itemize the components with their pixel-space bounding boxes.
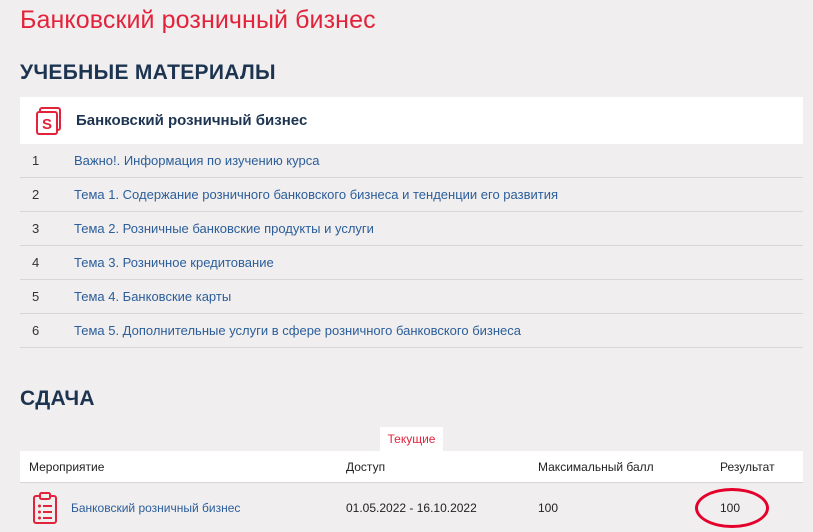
result-highlight-circle [695,488,769,528]
material-link[interactable]: Тема 5. Дополнительные услуги в сфере ро… [74,323,521,338]
access-dates: 01.05.2022 - 16.10.2022 [346,500,477,515]
item-number: 5 [32,289,40,304]
page-title: Банковский розничный бизнес [20,6,376,34]
max-score-value: 100 [538,500,559,515]
course-name: Банковский розничный бизнес [76,112,308,129]
event-link[interactable]: Банковский розничный бизнес [71,501,240,515]
svg-text:S: S [42,116,52,133]
list-item: 6 Тема 5. Дополнительные услуги в сфере … [20,314,803,348]
list-item: 1 Важно!. Информация по изучению курса [20,144,803,178]
item-number: 1 [32,153,40,168]
material-link[interactable]: Тема 2. Розничные банковские продукты и … [74,221,374,236]
column-header-event: Мероприятие [29,459,105,474]
course-s-icon: S [34,106,64,136]
list-item: 2 Тема 1. Содержание розничного банковск… [20,178,803,212]
course-card: S Банковский розничный бизнес [20,97,803,144]
column-header-result: Результат [720,459,775,474]
clipboard-list-icon [32,492,58,527]
materials-section-title: УЧЕБНЫЕ МАТЕРИАЛЫ [20,61,276,84]
item-number: 2 [32,187,40,202]
item-number: 6 [32,323,40,338]
list-item: 5 Тема 4. Банковские карты [20,280,803,314]
material-link[interactable]: Важно!. Информация по изучению курса [74,153,319,168]
column-header-access: Доступ [346,459,386,474]
table-header: Мероприятие Доступ Максимальный балл Рез… [20,451,803,483]
list-item: 3 Тема 2. Розничные банковские продукты … [20,212,803,246]
column-header-max-score: Максимальный балл [538,459,654,474]
material-link[interactable]: Тема 4. Банковские карты [74,289,231,304]
tab-current[interactable]: Текущие [380,427,443,451]
materials-list: 1 Важно!. Информация по изучению курса 2… [20,144,803,348]
material-link[interactable]: Тема 3. Розничное кредитование [74,255,274,270]
item-number: 4 [32,255,40,270]
material-link[interactable]: Тема 1. Содержание розничного банковског… [74,187,558,202]
item-number: 3 [32,221,40,236]
submission-section-title: СДАЧА [20,387,95,410]
table-row: Банковский розничный бизнес 01.05.2022 -… [20,483,803,532]
list-item: 4 Тема 3. Розничное кредитование [20,246,803,280]
